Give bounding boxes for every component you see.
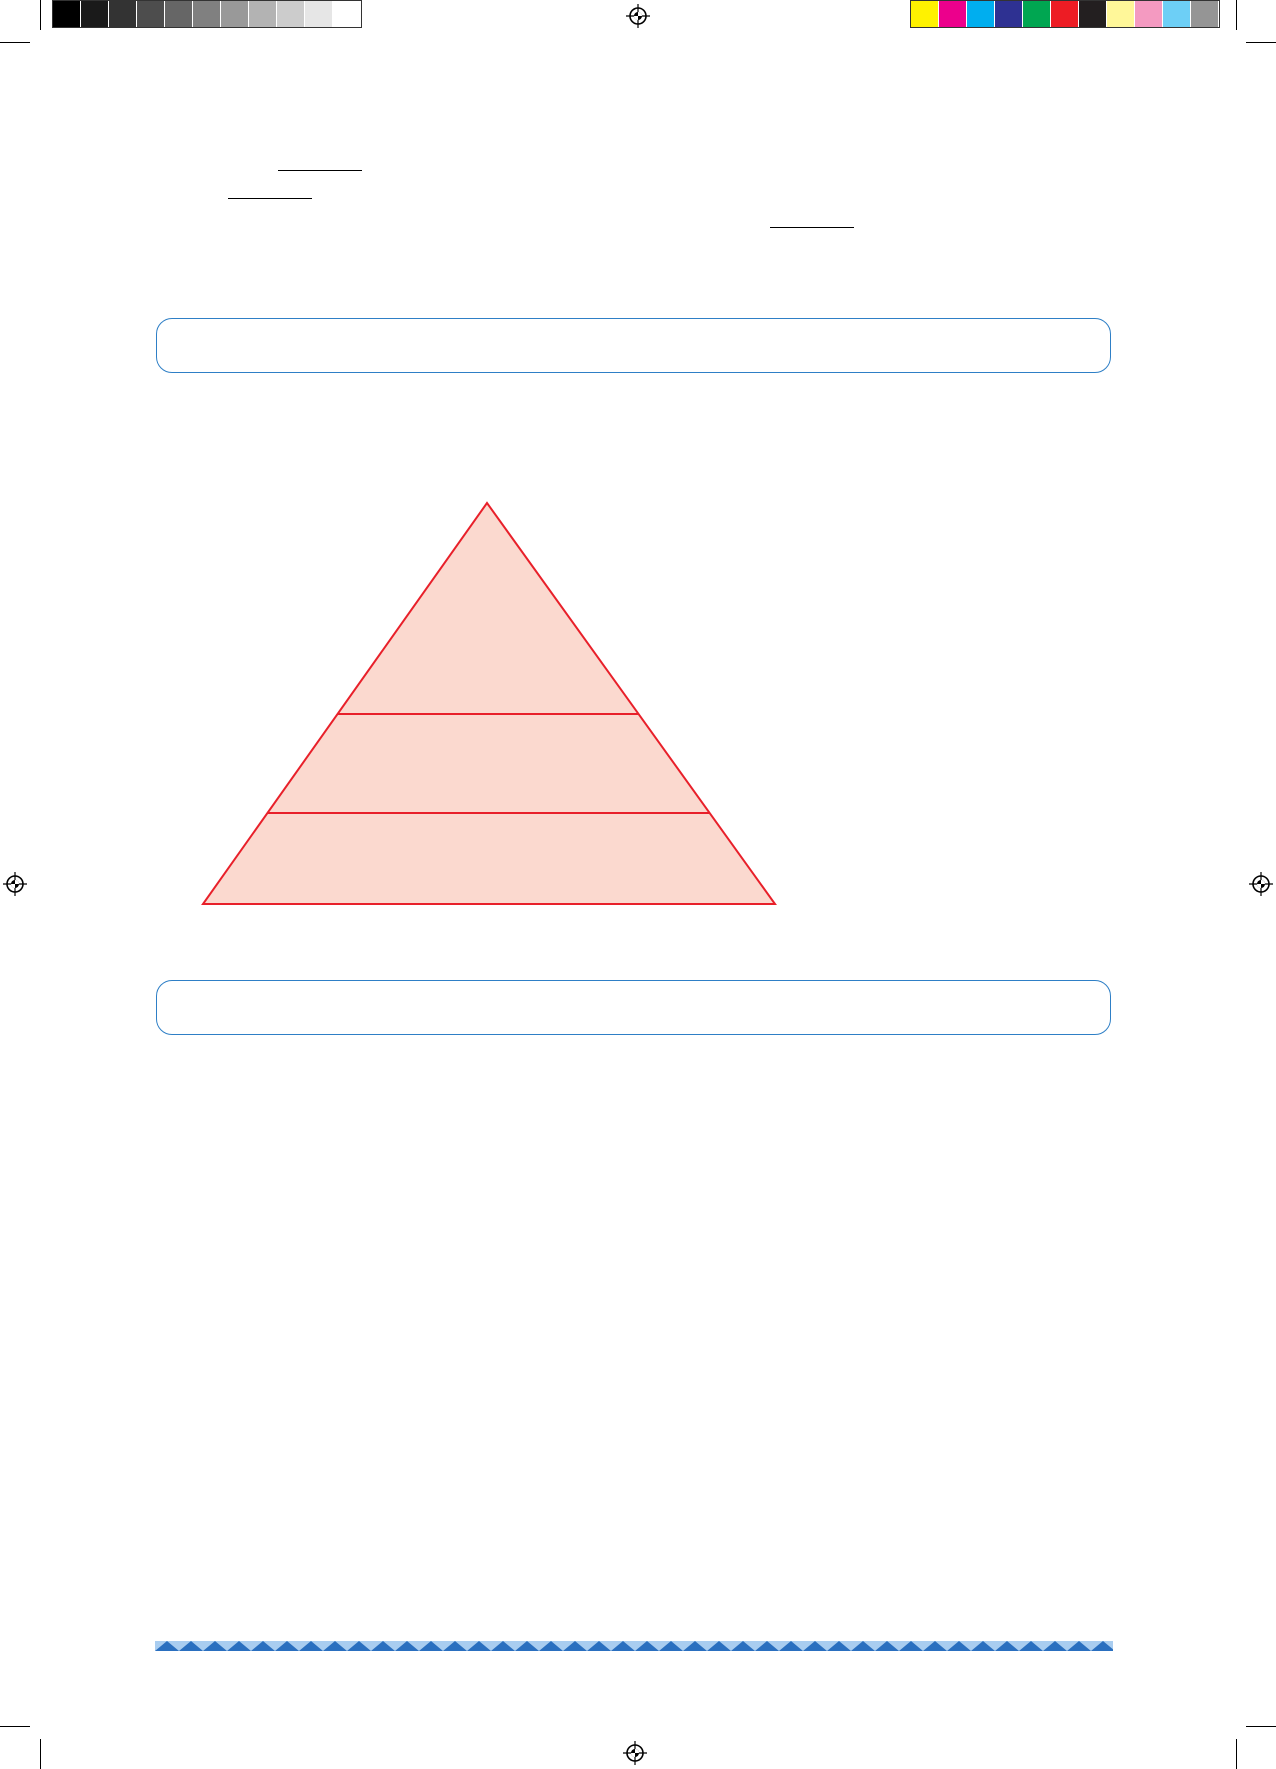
process-swatch [1191, 1, 1219, 27]
grayscale-swatch [81, 1, 109, 27]
footer-stripe [155, 1641, 1113, 1651]
grayscale-swatch [249, 1, 277, 27]
grayscale-swatch [109, 1, 137, 27]
grayscale-swatch [193, 1, 221, 27]
crop-mark-bottom-right-h [1246, 1726, 1276, 1727]
answer-blank-3[interactable] [770, 227, 854, 228]
grayscale-swatch [53, 1, 81, 27]
answer-blank-2[interactable] [228, 198, 312, 199]
process-swatch [1107, 1, 1135, 27]
crop-mark-bottom-left-v [40, 1739, 41, 1769]
registration-target-icon [1249, 872, 1273, 896]
process-swatch [1135, 1, 1163, 27]
grayscale-color-bar [52, 0, 362, 28]
process-swatch [967, 1, 995, 27]
answer-box-1[interactable] [156, 318, 1111, 373]
grayscale-swatch [137, 1, 165, 27]
process-color-bar [910, 0, 1220, 28]
registration-target-icon [3, 872, 27, 896]
registration-target-icon [623, 1741, 647, 1765]
pyramid-shape [201, 501, 777, 905]
process-swatch [1023, 1, 1051, 27]
crop-mark-top-right-v [1236, 0, 1237, 30]
crop-mark-top-left-v [40, 0, 41, 30]
process-swatch [1079, 1, 1107, 27]
crop-mark-top-right-h [1246, 42, 1276, 43]
process-swatch [911, 1, 939, 27]
process-swatch [1051, 1, 1079, 27]
crop-mark-top-left-h [0, 42, 30, 43]
process-swatch [1163, 1, 1191, 27]
grayscale-swatch [221, 1, 249, 27]
grayscale-swatch [305, 1, 333, 27]
process-swatch [995, 1, 1023, 27]
pyramid-diagram [201, 501, 777, 905]
grayscale-swatch [333, 1, 361, 27]
grayscale-swatch [165, 1, 193, 27]
answer-box-2[interactable] [156, 980, 1111, 1035]
crop-mark-bottom-left-h [0, 1726, 30, 1727]
crop-mark-bottom-right-v [1236, 1739, 1237, 1769]
answer-blank-1[interactable] [278, 170, 362, 171]
grayscale-swatch [277, 1, 305, 27]
process-swatch [939, 1, 967, 27]
registration-target-icon [626, 4, 650, 28]
